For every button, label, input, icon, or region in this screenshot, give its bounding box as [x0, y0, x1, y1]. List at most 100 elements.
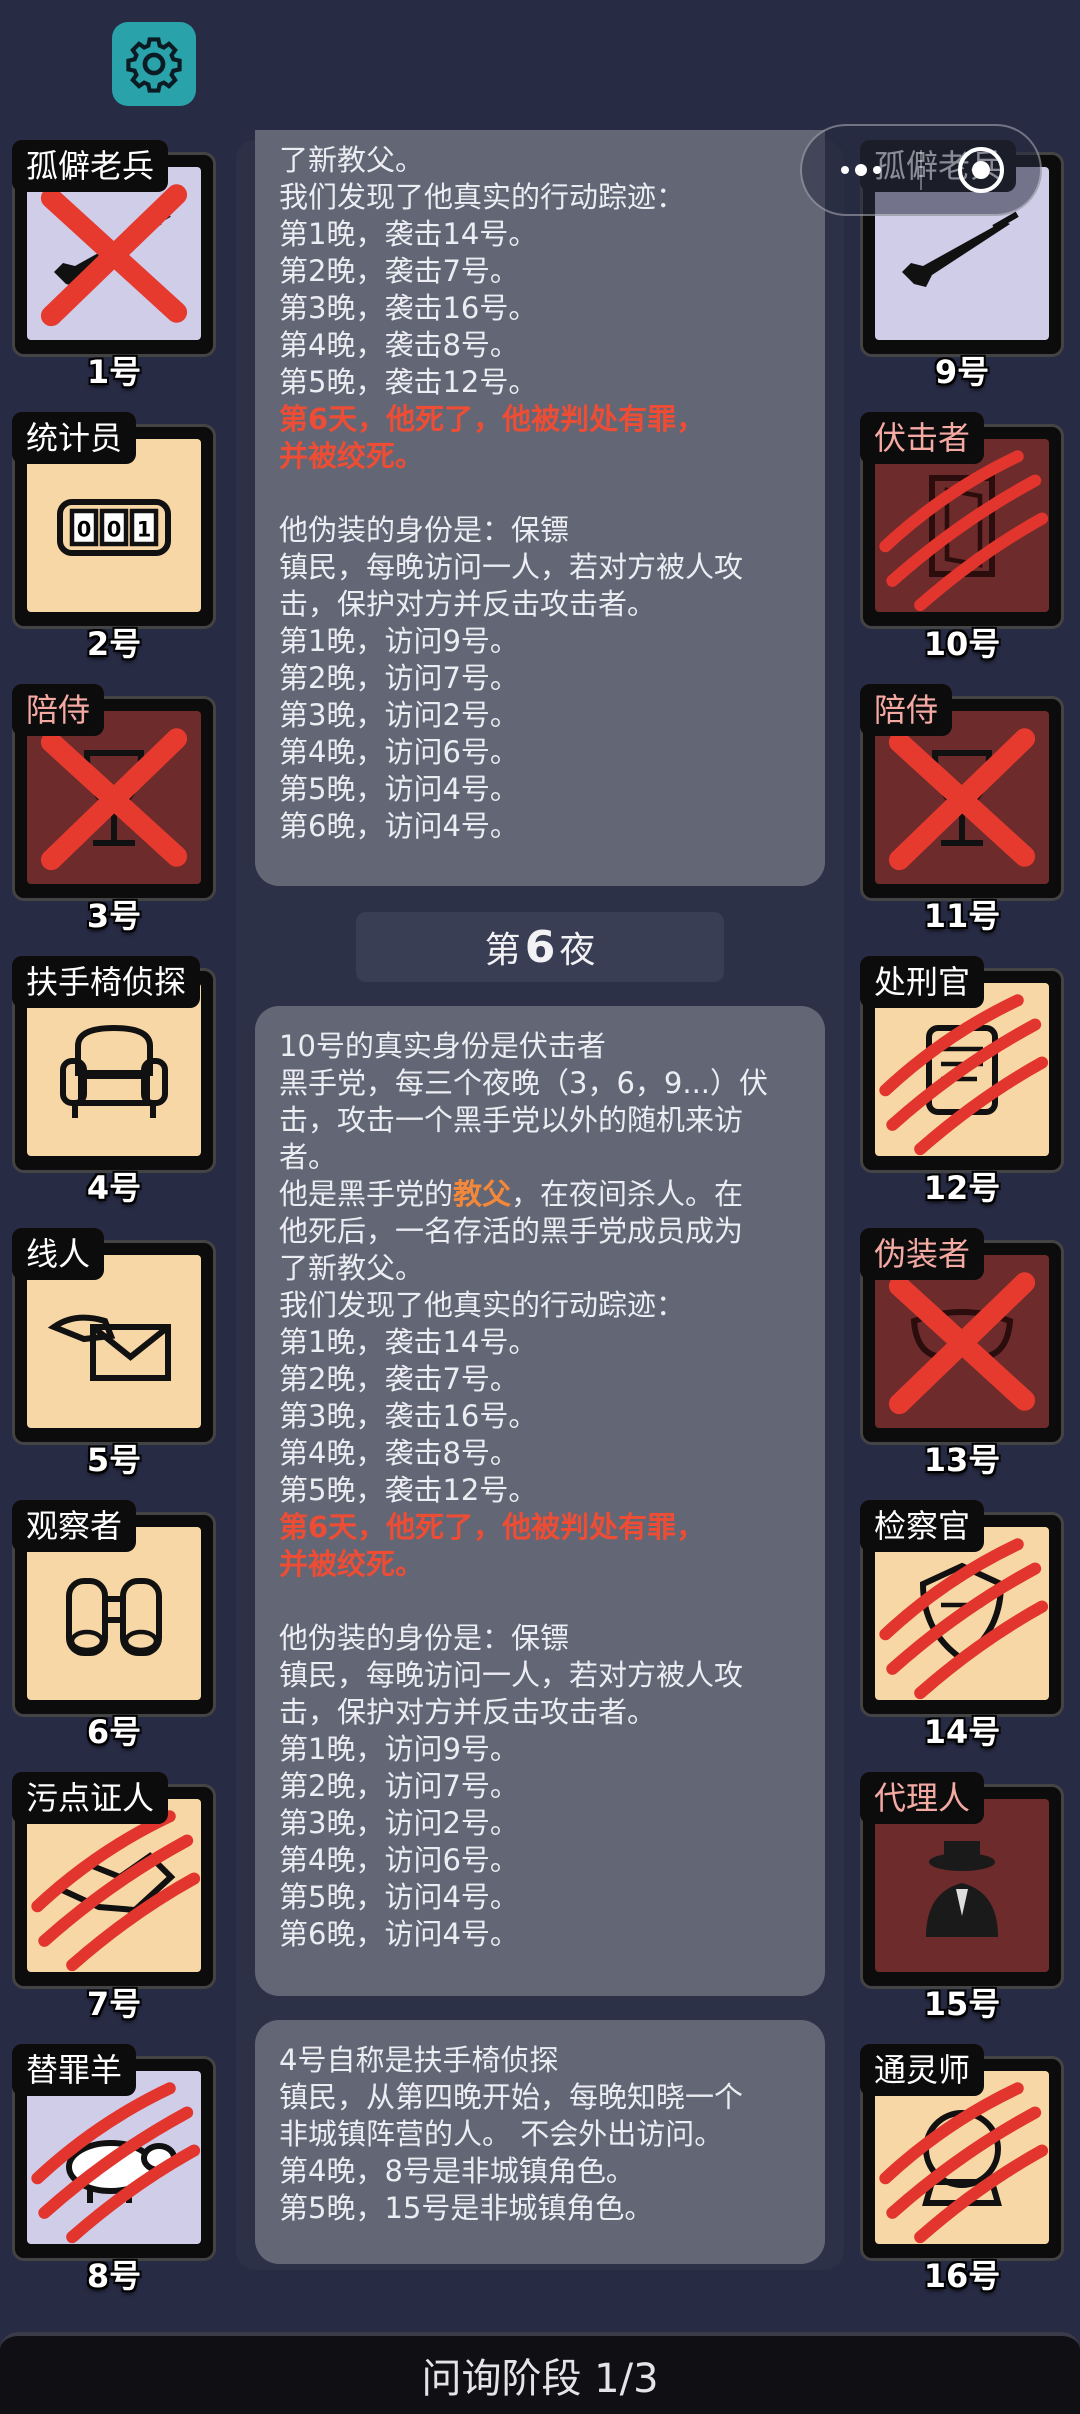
svg-text:0: 0	[77, 517, 92, 541]
message-card-2: 10号的真实身份是伏击者 黑手党，每三个夜晚（3，6，9...）伏 击，攻击一个黑手…	[255, 1006, 825, 1996]
player-card[interactable]: 处刑官 12号	[860, 956, 1072, 1207]
message-line: 第3晚，访问2号。	[279, 1806, 519, 1840]
message-line: 黑手党，每三个夜晚（3，6，9...）伏	[279, 1066, 769, 1100]
player-card[interactable]: 检察官 14号	[860, 1500, 1072, 1751]
role-portrait	[875, 439, 1049, 612]
message-line: 他是黑手党的教父，在夜间杀人。在	[279, 1177, 744, 1211]
phase-bar: 问询阶段 1/3	[0, 2332, 1080, 2414]
message-line: 镇民，每晚访问一人，若对方被人攻	[279, 550, 744, 584]
player-card[interactable]: 替罪羊 8号	[12, 2044, 224, 2295]
message-line: 第2晚，访问7号。	[279, 661, 519, 695]
player-card[interactable]: 陪侍 3号	[12, 684, 224, 935]
message-line: 他死后，一名存活的黑手党成员成为	[279, 1214, 744, 1248]
role-name: 扶手椅侦探	[12, 956, 201, 1008]
message-line: 10号的真实身份是伏击者	[279, 1029, 606, 1063]
message-line: 第6天，他死了，他被判处有罪，	[279, 1510, 706, 1544]
message-line: 非城镇阵营的人。 不会外出访问。	[279, 2117, 724, 2151]
message-line: 第2晚，访问7号。	[279, 1769, 519, 1803]
message-line: 第5晚，访问4号。	[279, 1880, 519, 1914]
armchair-icon	[60, 1024, 168, 1118]
role-name: 污点证人	[12, 1772, 169, 1824]
claw-mark	[879, 994, 1049, 1156]
message-line: 第1晚，访问9号。	[279, 624, 519, 658]
message-card-3: 4号自称是扶手椅侦探 镇民，从第四晚开始，每晚知晓一个 非城镇阵营的人。 不会外出访…	[255, 2020, 825, 2264]
role-name: 通灵师	[860, 2044, 985, 2096]
player-number: 2号	[86, 625, 142, 663]
player-number: 15号	[923, 1985, 1001, 2023]
eliminated-x-mark	[888, 728, 1036, 871]
player-card[interactable]: 陪侍 11号	[860, 684, 1072, 935]
message-line: 了新教父。	[279, 1251, 425, 1285]
role-name: 处刑官	[860, 956, 985, 1008]
godfather-highlight: 教父	[453, 1177, 512, 1211]
svg-text:1: 1	[137, 517, 152, 541]
message-line: 了新教父。	[279, 143, 425, 177]
role-name: 替罪羊	[12, 2044, 137, 2096]
message-line: 第4晚，袭击8号。	[279, 328, 519, 362]
player-card[interactable]: 0 0 1 统计员 2号	[12, 412, 224, 663]
player-card[interactable]: 观察者 6号	[12, 1500, 224, 1751]
player-card[interactable]: 伏击者 10号	[860, 412, 1072, 663]
message-line: 第4晚，访问6号。	[279, 1843, 519, 1877]
player-card[interactable]: 污点证人 7号	[12, 1772, 224, 2023]
message-line: 第5晚，袭击12号。	[279, 1473, 538, 1507]
gear-icon	[126, 37, 182, 93]
player-card[interactable]: 代理人 15号	[860, 1772, 1072, 2023]
message-line: 第2晚，袭击7号。	[279, 1362, 519, 1396]
role-name: 检察官	[860, 1500, 985, 1552]
message-card-1: 了新教父。 我们发现了他真实的行动踪迹： 第1晚，袭击14号。 第2晚，袭击7号。 第3…	[255, 130, 825, 886]
settings-button[interactable]	[112, 22, 196, 106]
message-line: 第3晚，袭击16号。	[279, 291, 538, 325]
message-line: 第4晚，访问6号。	[279, 735, 519, 769]
player-number: 13号	[923, 1441, 1001, 1479]
eliminated-x-mark	[40, 728, 188, 871]
player-number: 11号	[923, 897, 1001, 935]
role-portrait	[875, 1255, 1049, 1428]
role-name: 统计员	[12, 412, 137, 464]
role-name: 伪装者	[860, 1228, 985, 1280]
player-number: 16号	[923, 2257, 1001, 2295]
role-portrait	[27, 1527, 201, 1700]
message-line: 并被绞死。	[279, 1547, 425, 1581]
role-portrait	[27, 2071, 201, 2244]
player-card[interactable]: 线人 5号	[12, 1228, 224, 1479]
night-number: 6	[524, 921, 556, 973]
message-line: 镇民，每晚访问一人，若对方被人攻	[279, 1658, 744, 1692]
role-portrait	[875, 983, 1049, 1156]
eliminated-x-mark	[40, 184, 188, 327]
message-line: 第1晚，袭击14号。	[279, 1325, 538, 1359]
role-name: 陪侍	[12, 684, 105, 736]
role-name: 陪侍	[860, 684, 953, 736]
role-name: 线人	[12, 1228, 105, 1280]
agent-icon	[926, 1840, 998, 1937]
player-card[interactable]: 扶手椅侦探 4号	[12, 956, 224, 1207]
role-portrait	[875, 711, 1049, 884]
message-line: 4号自称是扶手椅侦探	[279, 2043, 559, 2077]
svg-text:0: 0	[107, 517, 122, 541]
night-label: 第6夜	[356, 912, 724, 982]
message-line: 第1晚，袭击14号。	[279, 217, 538, 251]
claw-mark	[879, 1538, 1049, 1700]
player-card[interactable]: 通灵师 16号	[860, 2044, 1072, 2295]
player-card[interactable]: 孤僻老兵 1号	[12, 140, 224, 391]
player-number: 8号	[86, 2257, 142, 2295]
role-portrait	[27, 1799, 201, 1972]
message-line: 第3晚，袭击16号。	[279, 1399, 538, 1433]
close-capsule-button[interactable]	[922, 145, 1040, 195]
role-name: 孤僻老兵	[12, 140, 169, 192]
binoculars-icon	[66, 1577, 162, 1656]
role-portrait	[27, 1255, 201, 1428]
player-card[interactable]: 伪装者 13号	[860, 1228, 1072, 1479]
more-menu-button[interactable]	[802, 164, 920, 176]
player-number: 4号	[86, 1169, 142, 1207]
player-number: 5号	[86, 1441, 142, 1479]
claw-mark	[31, 2082, 201, 2244]
message-line: 第3晚，访问2号。	[279, 698, 519, 732]
role-portrait	[27, 711, 201, 884]
claw-mark	[31, 1810, 201, 1972]
message-line: 他伪装的身份是：保镖	[279, 1621, 570, 1655]
mini-program-capsule	[800, 124, 1042, 216]
player-number: 14号	[923, 1713, 1001, 1751]
player-number: 1号	[86, 353, 142, 391]
player-number: 7号	[86, 1985, 142, 2023]
